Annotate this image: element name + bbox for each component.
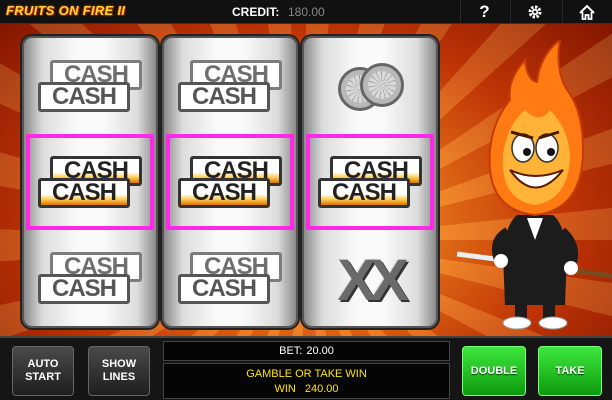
reel-2: CASH CASH CASH CASH CASH CASH: [162, 36, 298, 328]
gear-icon: [528, 5, 541, 19]
help-button[interactable]: ?: [460, 0, 508, 24]
symbol-cash: CASH CASH: [24, 232, 156, 328]
game-logo: FRUITS ON FIRE II: [6, 3, 126, 18]
win-label: WIN: [274, 383, 296, 395]
symbol-cash-fire: CASH CASH: [164, 136, 296, 232]
credit-value: 180.00: [288, 5, 325, 19]
game-stage: FRUITS ON FIRE II CREDIT: 180.00 ? CASH …: [0, 0, 612, 400]
reel-1: CASH CASH CASH CASH CASH CASH: [22, 36, 158, 328]
message-display: GAMBLE OR TAKE WIN WIN 240.00: [163, 363, 450, 399]
home-icon: [578, 4, 595, 20]
bet-display: BET: 20.00: [163, 341, 450, 361]
take-button[interactable]: TAKE: [538, 346, 602, 396]
symbol-xx: XX: [337, 247, 408, 313]
auto-start-button[interactable]: AUTO START: [12, 346, 74, 396]
home-button[interactable]: [562, 0, 610, 24]
symbol-cash: CASH CASH: [24, 40, 156, 136]
symbol-cash-fire: CASH CASH: [24, 136, 156, 232]
symbol-cash: CASH CASH: [164, 232, 296, 328]
status-message: GAMBLE OR TAKE WIN: [246, 368, 367, 380]
help-icon: ?: [479, 2, 490, 21]
lemon-icon: [338, 63, 404, 113]
top-bar: FRUITS ON FIRE II CREDIT: 180.00 ?: [0, 0, 612, 24]
symbol-cash-fire: CASH CASH: [304, 136, 436, 232]
credit-label: CREDIT:: [232, 5, 280, 19]
settings-button[interactable]: [510, 0, 558, 24]
fire-mascot: [456, 40, 612, 330]
symbol-lemon: [304, 40, 436, 136]
win-value: 240.00: [304, 383, 339, 395]
reel-3: CASH CASH XX: [302, 36, 438, 328]
bet-label: BET:: [279, 345, 303, 357]
show-lines-button[interactable]: SHOW LINES: [88, 346, 150, 396]
double-button[interactable]: DOUBLE: [462, 346, 526, 396]
symbol-cash: CASH CASH: [164, 40, 296, 136]
bottom-bar: AUTO START SHOW LINES BET: 20.00 GAMBLE …: [0, 336, 612, 400]
bet-value: 20.00: [306, 345, 334, 357]
